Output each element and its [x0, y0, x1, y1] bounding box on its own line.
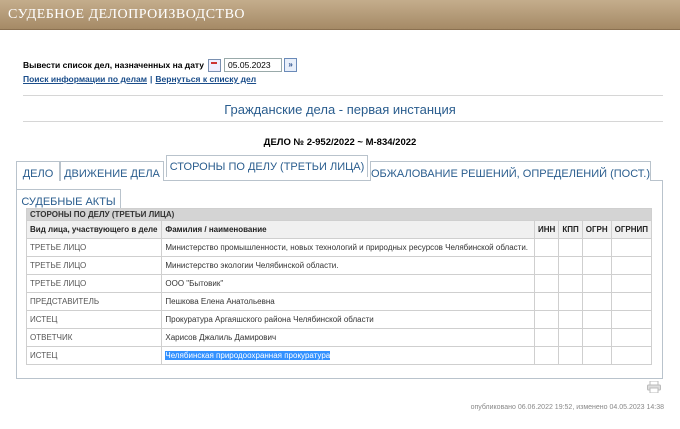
kpp-cell	[558, 256, 583, 275]
table-caption: СТОРОНЫ ПО ДЕЛУ (ТРЕТЬИ ЛИЦА)	[26, 208, 652, 221]
ogrn-cell	[581, 310, 612, 329]
party-name: Прокуратура Аргаяшского района Челябинск…	[161, 310, 536, 329]
party-role: ТРЕТЬЕ ЛИЦО	[25, 274, 163, 293]
table-row: ТРЕТЬЕ ЛИЦО Министерство промышленности,…	[25, 238, 653, 257]
tab-parties[interactable]: СТОРОНЫ ПО ДЕЛУ (ТРЕТЬИ ЛИЦА)	[166, 155, 368, 177]
col-header: КПП	[558, 220, 583, 239]
party-role: ИСТЕЦ	[25, 310, 163, 329]
selected-text: Челябинская природоохранная прокуратура	[165, 351, 331, 360]
tab-judicial-acts[interactable]: СУДЕБНЫЕ АКТЫ	[16, 189, 121, 209]
kpp-cell	[558, 346, 583, 365]
date-filter-label: Вывести список дел, назначенных на дату	[23, 60, 205, 70]
kpp-cell	[558, 310, 583, 329]
col-header: ИНН	[534, 220, 560, 239]
inn-cell	[534, 292, 560, 311]
publish-info: опубликовано 06.06.2022 19:52, изменено …	[470, 404, 664, 411]
divider	[23, 95, 663, 96]
ogrnip-cell	[610, 310, 653, 329]
table-row: ТРЕТЬЕ ЛИЦО Министерство экологии Челяби…	[25, 256, 653, 275]
ogrn-cell	[581, 328, 612, 347]
site-header: СУДЕБНОЕ ДЕЛОПРОИЗВОДСТВО	[0, 0, 680, 30]
case-number: ДЕЛО № 2-952/2022 ~ М-834/2022	[263, 137, 417, 148]
table-row: ИСТЕЦ Прокуратура Аргаяшского района Чел…	[25, 310, 653, 329]
party-role: ПРЕДСТАВИТЕЛЬ	[25, 292, 163, 311]
link-separator: |	[150, 74, 153, 84]
parties-table: СТОРОНЫ ПО ДЕЛУ (ТРЕТЬИ ЛИЦА) Вид лица, …	[25, 208, 653, 365]
inn-cell	[534, 346, 560, 365]
print-icon[interactable]	[647, 381, 661, 393]
party-role: ТРЕТЬЕ ЛИЦО	[25, 238, 163, 257]
tab-case[interactable]: ДЕЛО	[16, 161, 60, 181]
col-header: Фамилия / наименование	[161, 220, 536, 239]
tab-appeals[interactable]: ОБЖАЛОВАНИЕ РЕШЕНИЙ, ОПРЕДЕЛЕНИЙ (ПОСТ.)	[370, 161, 651, 181]
calendar-icon[interactable]	[208, 58, 222, 72]
col-header: ОГРН	[581, 220, 612, 239]
ogrnip-cell	[610, 346, 653, 365]
inn-cell	[534, 328, 560, 347]
inn-cell	[534, 256, 560, 275]
ogrn-cell	[581, 274, 612, 293]
ogrnip-cell	[610, 292, 653, 311]
party-name: Министерство промышленности, новых техно…	[161, 238, 536, 257]
party-name: Харисов Джалиль Дамирович	[161, 328, 536, 347]
tab-case-movement[interactable]: ДВИЖЕНИЕ ДЕЛА	[60, 161, 164, 181]
divider	[23, 121, 663, 122]
ogrnip-cell	[610, 256, 653, 275]
site-title: СУДЕБНОЕ ДЕЛОПРОИЗВОДСТВО	[8, 7, 246, 22]
ogrnip-cell	[610, 328, 653, 347]
party-name: Челябинская природоохранная прокуратура	[161, 346, 536, 365]
ogrnip-cell	[610, 274, 653, 293]
party-name: ООО "Бытовик"	[161, 274, 536, 293]
inn-cell	[534, 310, 560, 329]
kpp-cell	[558, 274, 583, 293]
kpp-cell	[558, 238, 583, 257]
date-filter: Вывести список дел, назначенных на дату …	[23, 58, 298, 72]
inn-cell	[534, 238, 560, 257]
table-row: ТРЕТЬЕ ЛИЦО ООО "Бытовик"	[25, 274, 653, 293]
ogrn-cell	[581, 346, 612, 365]
table-row: ОТВЕТЧИК Харисов Джалиль Дамирович	[25, 328, 653, 347]
date-input[interactable]: 05.05.2023	[224, 58, 283, 72]
show-cases-button[interactable]: »	[284, 58, 298, 72]
table-row: ПРЕДСТАВИТЕЛЬ Пешкова Елена Анатольевна	[25, 292, 653, 311]
search-cases-link[interactable]: Поиск информации по делам	[23, 74, 147, 84]
ogrnip-cell	[610, 238, 653, 257]
table-row: ИСТЕЦ Челябинская природоохранная прокур…	[25, 346, 653, 365]
party-role: ТРЕТЬЕ ЛИЦО	[25, 256, 163, 275]
nav-links: Поиск информации по делам | Вернуться к сп…	[23, 74, 256, 84]
party-name: Пешкова Елена Анатольевна	[161, 292, 536, 311]
party-role: ОТВЕТЧИК	[25, 328, 163, 347]
ogrn-cell	[581, 238, 612, 257]
party-name: Министерство экологии Челябинской област…	[161, 256, 536, 275]
col-header: Вид лица, участвующего в деле	[25, 220, 163, 239]
page-heading: Гражданские дела - первая инстанция	[224, 102, 456, 117]
party-role: ИСТЕЦ	[25, 346, 163, 365]
inn-cell	[534, 274, 560, 293]
ogrn-cell	[581, 256, 612, 275]
kpp-cell	[558, 292, 583, 311]
back-to-list-link[interactable]: Вернуться к списку дел	[155, 74, 256, 84]
ogrn-cell	[581, 292, 612, 311]
col-header: ОГРНИП	[610, 220, 653, 239]
kpp-cell	[558, 328, 583, 347]
